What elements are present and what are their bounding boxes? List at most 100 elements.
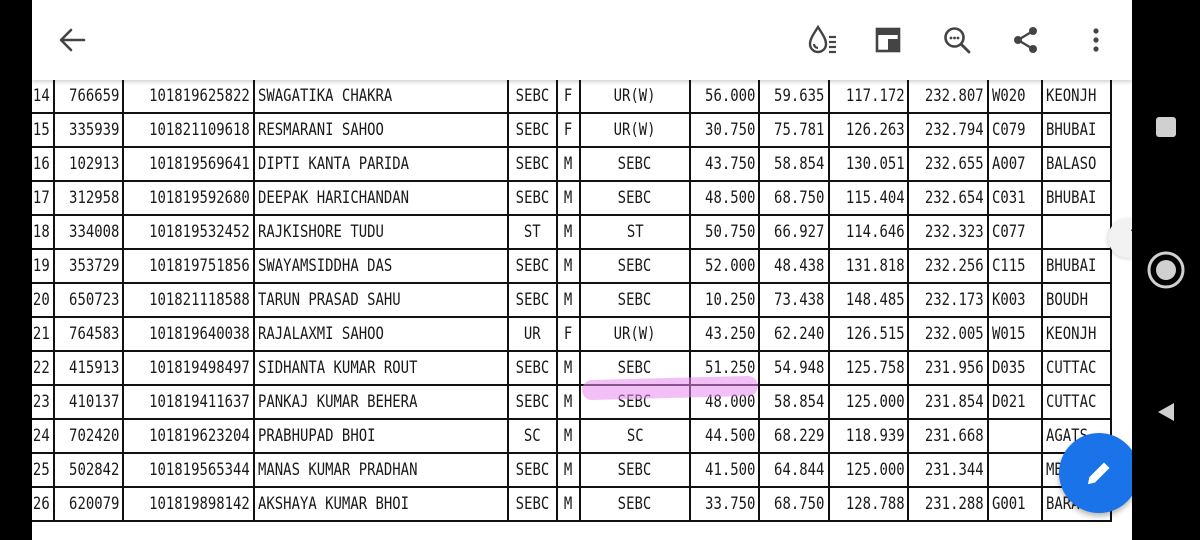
cell-centre-code: W015 bbox=[987, 316, 1043, 352]
cell-application-no-text: 101819592680 bbox=[149, 188, 251, 208]
cell-mark-2: 58.854 bbox=[758, 146, 830, 182]
table-row: 216 102913 101819569641 DIPTI KANTA PARIDA S… bbox=[32, 146, 1113, 182]
home-button[interactable] bbox=[1146, 250, 1186, 290]
table-row: 223 410137 101819411637 PANKAJ KUMAR BEHERA… bbox=[32, 384, 1113, 420]
cell-serial-text: 215 bbox=[32, 120, 51, 140]
cell-quota: SEBC bbox=[578, 146, 691, 182]
cell-gender-text: M bbox=[564, 256, 573, 276]
cell-mark-3-text: 125.758 bbox=[845, 358, 905, 378]
cell-roll-no-text: 764583 bbox=[69, 324, 120, 344]
table-row: 219 353729 101819751856 SWAYAMSIDDHA DAS SEB… bbox=[32, 248, 1113, 284]
cell-mark-1-text: 33.750 bbox=[705, 494, 756, 514]
cell-serial: 223 bbox=[32, 384, 56, 420]
cell-centre-code: G001 bbox=[987, 486, 1043, 522]
find-button[interactable] bbox=[937, 20, 977, 60]
cell-total-text: 232.173 bbox=[925, 290, 985, 310]
cell-application-no-text: 101819898142 bbox=[149, 494, 251, 514]
cell-total-text: 232.794 bbox=[925, 120, 985, 140]
cell-category: SEBC bbox=[507, 112, 559, 148]
cell-serial-text: 223 bbox=[32, 392, 51, 412]
document-page[interactable]: 214 766659 101819625822 SWAGATIKA CHAKRA SEB… bbox=[32, 78, 1132, 540]
cell-mark-2-text: 68.750 bbox=[774, 188, 825, 208]
cell-centre-code: W020 bbox=[987, 78, 1043, 114]
cell-application-no-text: 101819751856 bbox=[149, 256, 251, 276]
cell-centre-code: D021 bbox=[987, 384, 1043, 420]
cell-quota: ST bbox=[578, 214, 691, 250]
cell-total-text: 232.256 bbox=[925, 256, 985, 276]
cell-total-text: 232.005 bbox=[925, 324, 985, 344]
cell-centre-code: C031 bbox=[987, 180, 1043, 216]
cell-centre-code-text: G001 bbox=[992, 494, 1026, 514]
cell-roll-no: 650723 bbox=[53, 282, 125, 318]
share-button[interactable] bbox=[1006, 20, 1046, 60]
cell-total-text: 232.807 bbox=[925, 86, 985, 106]
cell-mark-1: 41.500 bbox=[688, 452, 761, 488]
back-nav-button[interactable] bbox=[1146, 392, 1186, 432]
pencil-icon bbox=[1088, 462, 1110, 484]
cell-centre-code-text: W020 bbox=[992, 86, 1026, 106]
cell-total: 231.854 bbox=[907, 384, 990, 420]
cell-mark-2-text: 54.948 bbox=[774, 358, 825, 378]
cell-total-text: 231.668 bbox=[925, 426, 985, 446]
cell-serial-text: 225 bbox=[32, 460, 51, 480]
table-row: 214 766659 101819625822 SWAGATIKA CHAKRA SEB… bbox=[32, 78, 1113, 114]
cell-category: SEBC bbox=[507, 384, 559, 420]
edit-button[interactable] bbox=[1059, 433, 1132, 513]
cell-name: SWAYAMSIDDHA DAS bbox=[253, 248, 510, 284]
cell-gender-text: M bbox=[564, 358, 573, 378]
cell-gender: M bbox=[556, 282, 581, 318]
cell-quota: UR(W) bbox=[578, 316, 691, 352]
cell-roll-no-text: 335939 bbox=[69, 120, 120, 140]
cell-centre-code: K003 bbox=[987, 282, 1043, 318]
cell-mark-1-text: 41.500 bbox=[705, 460, 756, 480]
cell-mark-2: 68.229 bbox=[758, 418, 830, 454]
cell-mark-2: 59.635 bbox=[758, 78, 830, 114]
cell-gender: M bbox=[556, 452, 581, 488]
cell-mark-2: 66.927 bbox=[758, 214, 830, 250]
cell-mark-3-text: 128.788 bbox=[845, 494, 905, 514]
cell-application-no-text: 101819640038 bbox=[149, 324, 251, 344]
cell-name-text: DEEPAK HARICHANDAN bbox=[258, 188, 410, 208]
back-triangle-icon bbox=[1158, 403, 1174, 421]
table-row: 221 764583 101819640038 RAJALAXMI SAHOO UR F U… bbox=[32, 316, 1113, 352]
cell-application-no: 101819625822 bbox=[122, 78, 256, 114]
ink-button[interactable] bbox=[802, 20, 842, 60]
cell-mark-1: 10.250 bbox=[688, 282, 761, 318]
recents-button[interactable] bbox=[1146, 107, 1186, 147]
cell-roll-no: 353729 bbox=[53, 248, 125, 284]
cell-application-no: 101819623204 bbox=[122, 418, 256, 454]
cell-total-text: 232.655 bbox=[925, 154, 985, 174]
cell-category-text: SEBC bbox=[515, 188, 550, 208]
cell-gender-text: M bbox=[564, 188, 573, 208]
cell-mark-2-text: 58.854 bbox=[774, 154, 825, 174]
cell-place-text: BOUDH bbox=[1045, 290, 1088, 310]
cell-roll-no-text: 650723 bbox=[69, 290, 120, 310]
cell-category: SEBC bbox=[507, 146, 559, 182]
cell-quota-text: UR(W) bbox=[613, 86, 656, 106]
cell-mark-3: 125.000 bbox=[827, 384, 910, 420]
cell-category: SEBC bbox=[507, 180, 559, 216]
reading-mode-button[interactable] bbox=[868, 20, 908, 60]
cell-gender-text: F bbox=[564, 120, 573, 140]
cell-total: 231.344 bbox=[907, 452, 990, 488]
cell-roll-no-text: 766659 bbox=[69, 86, 120, 106]
cell-place-text: BALASO bbox=[1045, 154, 1096, 174]
cell-total-text: 232.323 bbox=[925, 222, 985, 242]
cell-gender-text: M bbox=[564, 222, 573, 242]
cell-name: AKSHAYA KUMAR BHOI bbox=[253, 486, 510, 522]
cell-place: CUTTAC bbox=[1040, 350, 1113, 386]
cell-category-text: SEBC bbox=[515, 154, 550, 174]
cell-quota-text: UR(W) bbox=[613, 324, 656, 344]
cell-centre-code: C079 bbox=[987, 112, 1043, 148]
cell-name: TARUN PRASAD SAHU bbox=[253, 282, 510, 318]
cell-serial: 224 bbox=[32, 418, 56, 454]
cell-quota-text: SEBC bbox=[618, 154, 652, 174]
cell-category: SEBC bbox=[507, 78, 559, 114]
cell-centre-code-text: C031 bbox=[992, 188, 1026, 208]
table-body: 214 766659 101819625822 SWAGATIKA CHAKRA SEB… bbox=[32, 78, 1113, 522]
cell-name: PRABHUPAD BHOI bbox=[253, 418, 510, 454]
more-options-button[interactable] bbox=[1076, 20, 1116, 60]
cell-name: PANKAJ KUMAR BEHERA bbox=[253, 384, 510, 420]
cell-name: MANAS KUMAR PRADHAN bbox=[253, 452, 510, 488]
back-button[interactable] bbox=[52, 20, 92, 60]
